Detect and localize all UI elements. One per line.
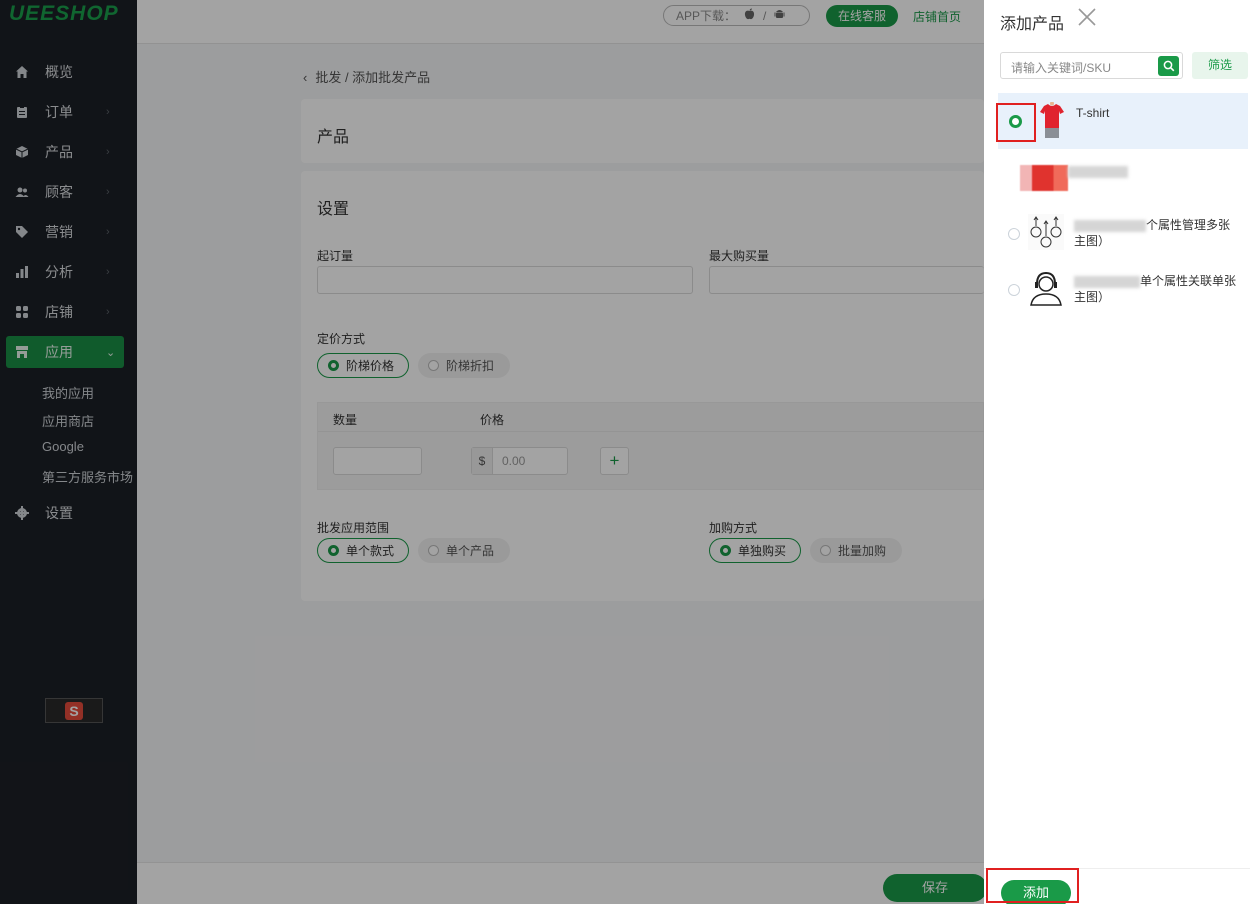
product-list-item[interactable]: 单个属性关联单张 主图） [998, 261, 1248, 317]
product-name: 单个属性关联单张 主图） [1074, 274, 1237, 304]
highlight-box [996, 103, 1036, 142]
panel-title: 添加产品 [1000, 16, 1065, 33]
product-radio[interactable] [1008, 284, 1020, 296]
money-growth-icon [1028, 214, 1064, 250]
tshirt-thumbnail-icon [1034, 101, 1070, 138]
search-input[interactable]: 请输入关键词/SKU [1011, 59, 1111, 76]
modal-overlay[interactable] [0, 0, 984, 904]
product-radio[interactable] [1008, 228, 1020, 240]
product-name: 个属性管理多张 主图） [1074, 218, 1231, 248]
filter-button[interactable]: 筛选 [1192, 52, 1248, 79]
product-name: T-shirt [1076, 106, 1110, 120]
search-field[interactable]: 请输入关键词/SKU [1000, 52, 1183, 79]
product-name-redacted [1068, 163, 1128, 179]
search-icon[interactable] [1158, 56, 1179, 76]
customer-service-icon [1028, 270, 1064, 306]
product-thumbnail-icon [1020, 165, 1068, 191]
product-list-item[interactable] [998, 149, 1248, 205]
highlight-box [986, 868, 1079, 903]
add-product-panel: 添加产品 请输入关键词/SKU 筛选 T-shirt 个属性管理多张 主图） 单个… [984, 0, 1250, 904]
product-list-item[interactable]: 个属性管理多张 主图） [998, 205, 1248, 261]
close-icon[interactable] [1078, 8, 1096, 26]
